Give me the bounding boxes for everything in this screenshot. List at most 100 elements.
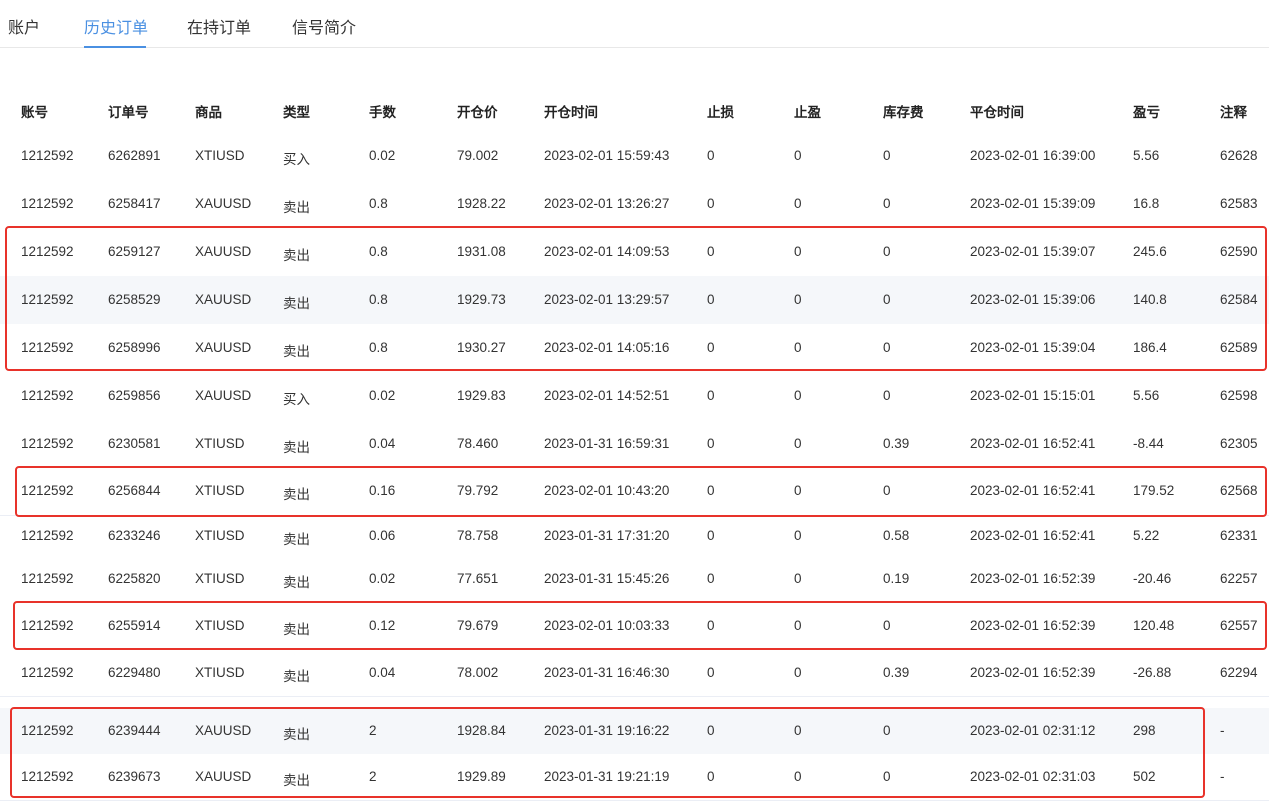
cell-lots: 0.8 <box>369 196 388 211</box>
cell-symbol: XTIUSD <box>195 528 245 543</box>
cell-profit: 120.48 <box>1133 618 1175 633</box>
cell-profit: 16.8 <box>1133 196 1160 211</box>
tab-signal-intro[interactable]: 信号简介 <box>292 14 356 38</box>
cell-open-price: 79.002 <box>457 148 499 163</box>
cell-open-time: 2023-01-31 15:45:26 <box>544 571 670 586</box>
cell-stop-loss: 0 <box>707 244 715 259</box>
cell-type: 卖出 <box>283 622 310 637</box>
cell-stop-loss: 0 <box>707 665 715 680</box>
column-header-stop-loss: 止损 <box>707 105 734 120</box>
table-row[interactable]: 1212592 6255914 XTIUSD 卖出 0.12 79.679 2023-02-… <box>0 602 1269 651</box>
cell-account: 1212592 <box>21 618 74 633</box>
cell-lots: 0.02 <box>369 388 396 403</box>
cell-close-time: 2023-02-01 02:31:03 <box>970 769 1096 784</box>
cell-swap: 0.19 <box>883 571 910 586</box>
tab-open-orders[interactable]: 在持订单 <box>187 14 251 38</box>
cell-stop-loss: 0 <box>707 618 715 633</box>
cell-close-time: 2023-02-01 15:39:06 <box>970 292 1096 307</box>
cell-open-price: 1929.83 <box>457 388 506 403</box>
cell-close-time: 2023-02-01 16:52:39 <box>970 665 1096 680</box>
cell-profit: -8.44 <box>1133 436 1164 451</box>
cell-swap: 0 <box>883 618 891 633</box>
cell-profit: 140.8 <box>1133 292 1167 307</box>
cell-stop-loss: 0 <box>707 436 715 451</box>
cell-open-time: 2023-02-01 13:29:57 <box>544 292 670 307</box>
table-row[interactable]: 1212592 6256844 XTIUSD 卖出 0.16 79.792 2023-02-… <box>0 467 1269 516</box>
cell-account: 1212592 <box>21 388 74 403</box>
cell-order-id: 6258996 <box>108 340 161 355</box>
cell-order-id: 6225820 <box>108 571 161 586</box>
cell-comment: - <box>1220 769 1225 784</box>
cell-account: 1212592 <box>21 483 74 498</box>
cell-account: 1212592 <box>21 436 74 451</box>
cell-account: 1212592 <box>21 571 74 586</box>
cell-take-profit: 0 <box>794 571 802 586</box>
cell-profit: 179.52 <box>1133 483 1175 498</box>
cell-type: 卖出 <box>283 296 310 311</box>
cell-type: 卖出 <box>283 727 310 742</box>
cell-profit: 298 <box>1133 723 1156 738</box>
table-row[interactable]: 1212592 6230581 XTIUSD 卖出 0.04 78.460 2023-01-… <box>0 420 1269 468</box>
cell-take-profit: 0 <box>794 528 802 543</box>
cell-lots: 0.04 <box>369 665 396 680</box>
table-row[interactable]: 1212592 6259856 XAUUSD 买入 0.02 1929.83 2023-02… <box>0 372 1269 421</box>
cell-close-time: 2023-02-01 15:39:04 <box>970 340 1096 355</box>
cell-close-time: 2023-02-01 16:52:41 <box>970 436 1096 451</box>
table-row[interactable]: 1212592 6262891 XTIUSD 买入 0.02 79.002 2023-02-… <box>0 132 1269 181</box>
cell-open-price: 78.002 <box>457 665 499 680</box>
cell-stop-loss: 0 <box>707 723 715 738</box>
cell-stop-loss: 0 <box>707 388 715 403</box>
cell-account: 1212592 <box>21 528 74 543</box>
cell-open-price: 1928.22 <box>457 196 506 211</box>
cell-account: 1212592 <box>21 196 74 211</box>
cell-open-time: 2023-01-31 19:21:19 <box>544 769 670 784</box>
cell-open-price: 1929.89 <box>457 769 506 784</box>
cell-symbol: XAUUSD <box>195 388 252 403</box>
cell-account: 1212592 <box>21 148 74 163</box>
cell-type: 卖出 <box>283 200 310 215</box>
cell-swap: 0 <box>883 292 891 307</box>
table-row[interactable]: 1212592 6229480 XTIUSD 卖出 0.04 78.002 2023-01-… <box>0 650 1269 697</box>
cell-take-profit: 0 <box>794 340 802 355</box>
table-row[interactable]: 1212592 6233246 XTIUSD 卖出 0.06 78.758 2023-01-… <box>0 516 1269 557</box>
cell-swap: 0 <box>883 244 891 259</box>
table-row[interactable]: 1212592 6239444 XAUUSD 卖出 2 1928.84 2023-01-31… <box>0 708 1269 755</box>
cell-type: 卖出 <box>283 487 310 502</box>
cell-swap: 0 <box>883 483 891 498</box>
cell-close-time: 2023-02-01 16:52:41 <box>970 483 1096 498</box>
cell-symbol: XAUUSD <box>195 292 252 307</box>
cell-order-id: 6255914 <box>108 618 161 633</box>
cell-swap: 0.39 <box>883 665 910 680</box>
table-row[interactable]: 1212592 6258529 XAUUSD 卖出 0.8 1929.73 2023-02-… <box>0 276 1269 325</box>
table-row[interactable]: 1212592 6239673 XAUUSD 卖出 2 1929.89 2023-01-31… <box>0 754 1269 801</box>
cell-open-price: 78.758 <box>457 528 499 543</box>
cell-account: 1212592 <box>21 244 74 259</box>
cell-comment: 62589 <box>1220 340 1258 355</box>
cell-open-time: 2023-02-01 10:03:33 <box>544 618 670 633</box>
cell-swap: 0.39 <box>883 436 910 451</box>
table-row[interactable]: 1212592 6259127 XAUUSD 卖出 0.8 1931.08 2023-02-… <box>0 228 1269 277</box>
column-header-comment: 注释 <box>1220 105 1247 120</box>
cell-take-profit: 0 <box>794 436 802 451</box>
table-row[interactable]: 1212592 6258417 XAUUSD 卖出 0.8 1928.22 2023-02-… <box>0 180 1269 229</box>
column-header-type: 类型 <box>283 105 310 120</box>
cell-order-id: 6256844 <box>108 483 161 498</box>
cell-close-time: 2023-02-01 16:52:39 <box>970 618 1096 633</box>
cell-order-id: 6262891 <box>108 148 161 163</box>
column-header-order-id: 订单号 <box>108 105 149 120</box>
cell-take-profit: 0 <box>794 196 802 211</box>
tab-bar: 账户 历史订单 在持订单 信号简介 <box>0 0 1269 48</box>
cell-symbol: XAUUSD <box>195 340 252 355</box>
cell-swap: 0 <box>883 148 891 163</box>
cell-swap: 0 <box>883 769 891 784</box>
cell-stop-loss: 0 <box>707 196 715 211</box>
table-row[interactable]: 1212592 6258996 XAUUSD 卖出 0.8 1930.27 2023-02-… <box>0 324 1269 373</box>
tab-account[interactable]: 账户 <box>8 14 40 38</box>
cell-open-time: 2023-02-01 14:52:51 <box>544 388 670 403</box>
table-header-row: 账号 订单号 商品 类型 手数 开仓价 开仓时间 止损 止盈 库存费 平仓时间 盈亏 注释 <box>0 86 1269 132</box>
table-row[interactable]: 1212592 6225820 XTIUSD 卖出 0.02 77.651 2023-01-… <box>0 556 1269 603</box>
cell-open-time: 2023-02-01 10:43:20 <box>544 483 670 498</box>
tab-history-orders[interactable]: 历史订单 <box>84 14 148 38</box>
cell-open-time: 2023-01-31 17:31:20 <box>544 528 670 543</box>
cell-order-id: 6239444 <box>108 723 161 738</box>
